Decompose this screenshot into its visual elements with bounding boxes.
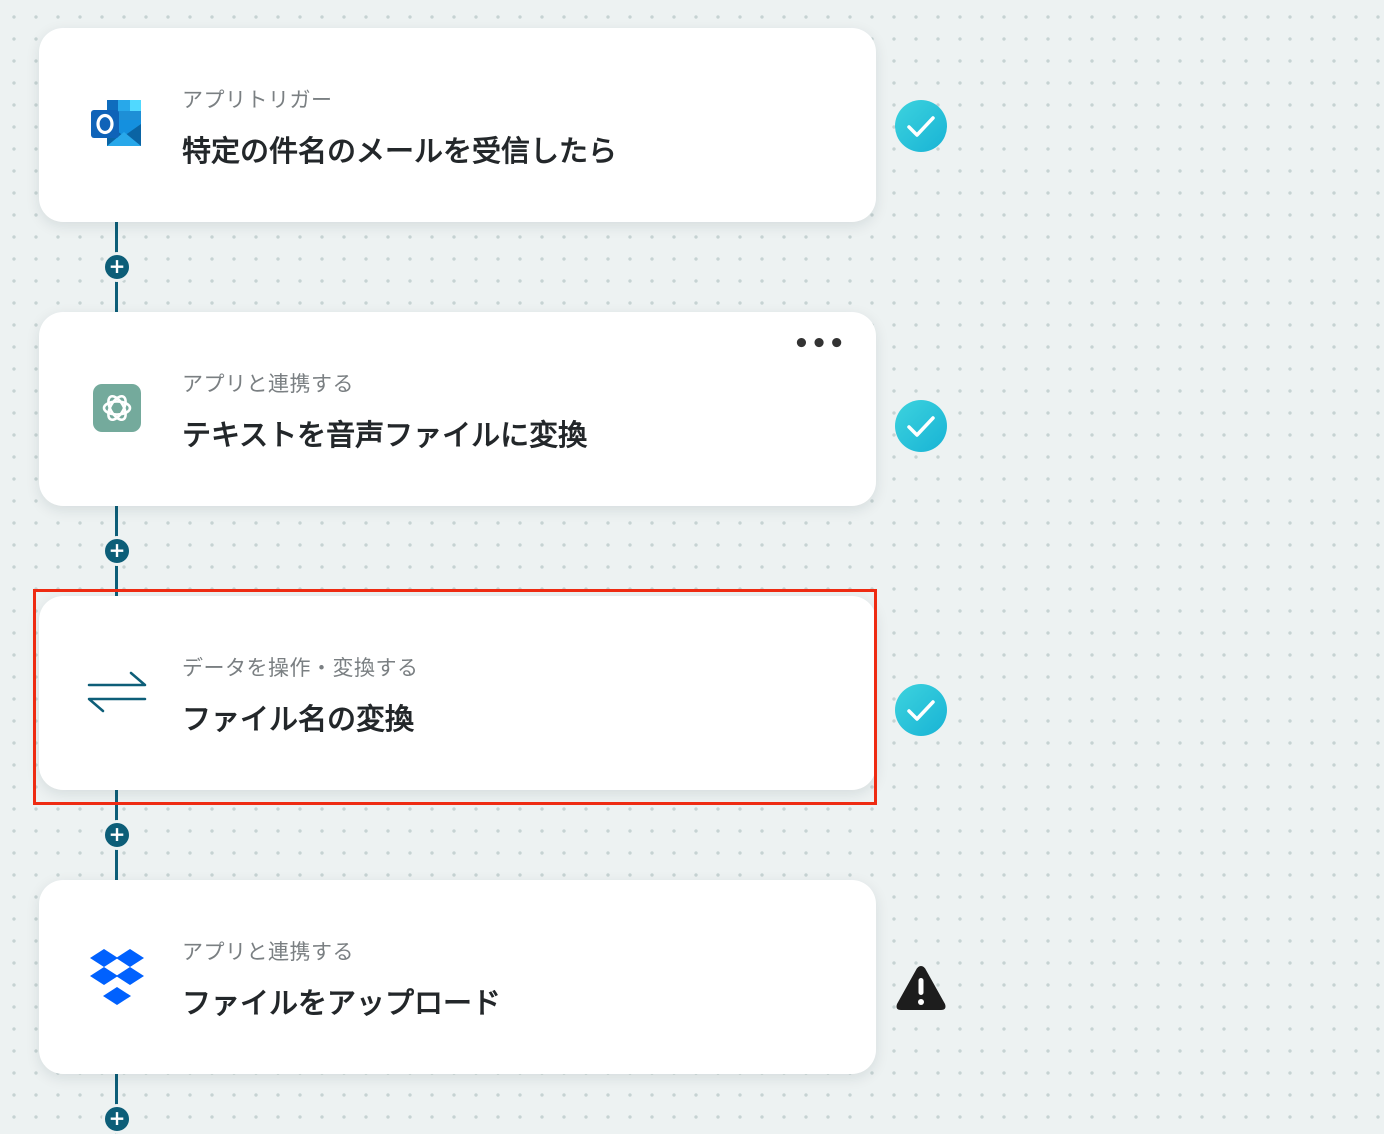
- more-options-icon[interactable]: •••: [793, 331, 846, 357]
- outlook-icon: [87, 94, 147, 154]
- step-type-label: データを操作・変換する: [182, 656, 419, 680]
- check-circle-icon: [894, 683, 948, 737]
- step-title: テキストを音声ファイルに変換: [182, 418, 588, 452]
- add-step-button[interactable]: +: [102, 1104, 132, 1134]
- flow-step-card-openai[interactable]: ••• アプリと連携する テキストを音声ファイルに変換: [39, 312, 876, 506]
- step-title: 特定の件名のメールを受信したら: [182, 134, 618, 168]
- flow-step-card-dropbox[interactable]: アプリと連携する ファイルをアップロード: [39, 880, 876, 1074]
- dropbox-icon: [87, 946, 147, 1006]
- step-type-label: アプリと連携する: [182, 372, 354, 396]
- add-step-button[interactable]: +: [102, 536, 132, 566]
- add-step-button[interactable]: +: [102, 820, 132, 850]
- warning-icon: [894, 962, 948, 1016]
- step-type-label: アプリと連携する: [182, 940, 354, 964]
- step-title: ファイルをアップロード: [182, 986, 502, 1020]
- check-circle-icon: [894, 99, 948, 153]
- convert-arrows-icon: [87, 662, 147, 722]
- step-type-label: アプリトリガー: [182, 88, 333, 112]
- openai-icon: [87, 378, 147, 438]
- flow-step-card-convert[interactable]: データを操作・変換する ファイル名の変換: [39, 596, 876, 790]
- check-circle-icon: [894, 399, 948, 453]
- flow-step-card-trigger[interactable]: アプリトリガー 特定の件名のメールを受信したら: [39, 28, 876, 222]
- add-step-button[interactable]: +: [102, 252, 132, 282]
- step-title: ファイル名の変換: [182, 702, 415, 736]
